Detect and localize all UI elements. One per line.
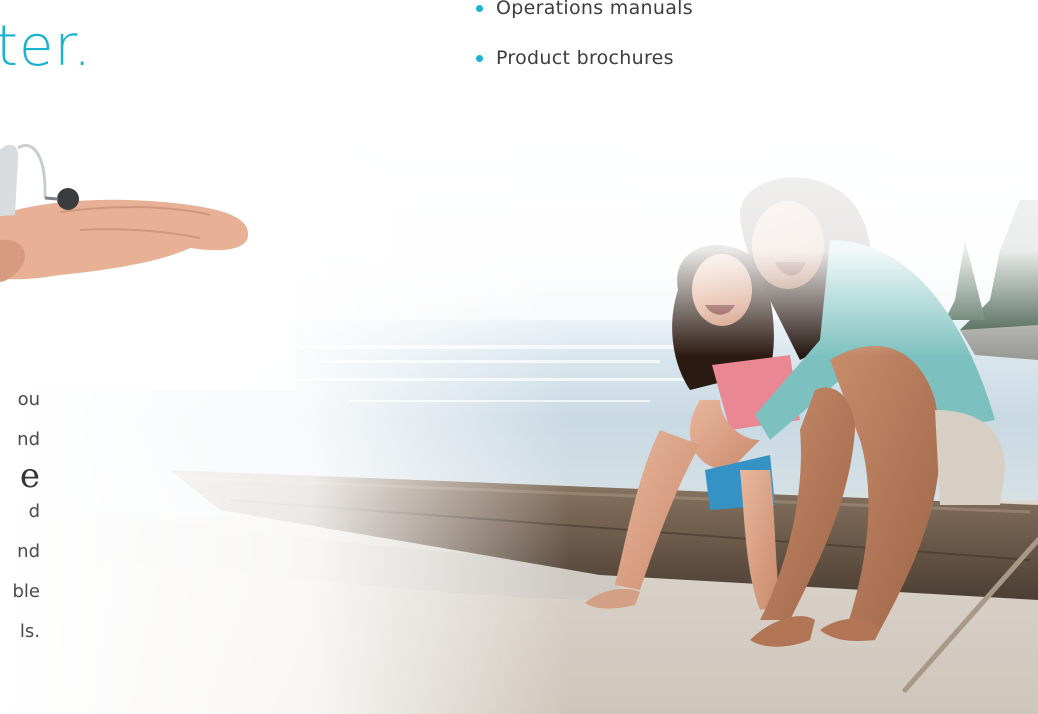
dot-icon xyxy=(476,5,483,12)
document-list: Operations manuals Product brochures xyxy=(474,0,693,92)
paragraph-line: nd xyxy=(17,541,40,562)
intro-paragraph: ou nd e d nd ble ls. xyxy=(0,380,40,652)
paragraph-line: ou xyxy=(17,389,40,410)
list-item-operations-manuals[interactable]: Operations manuals xyxy=(474,0,693,24)
paragraph-line: e xyxy=(19,456,40,496)
dot-icon xyxy=(476,55,483,62)
paragraph-line: nd xyxy=(17,429,40,450)
paragraph-line: ls. xyxy=(19,621,40,642)
paragraph-line: d xyxy=(28,501,40,522)
paragraph-line: ble xyxy=(12,581,40,602)
list-item-label: Product brochures xyxy=(496,47,674,69)
list-item-product-brochures[interactable]: Product brochures xyxy=(474,42,693,74)
headline: ter. xyxy=(0,14,93,79)
page: ter. Operations manuals Product brochure… xyxy=(0,0,1038,714)
list-item-label: Operations manuals xyxy=(496,0,693,19)
hero-image xyxy=(0,0,1038,714)
